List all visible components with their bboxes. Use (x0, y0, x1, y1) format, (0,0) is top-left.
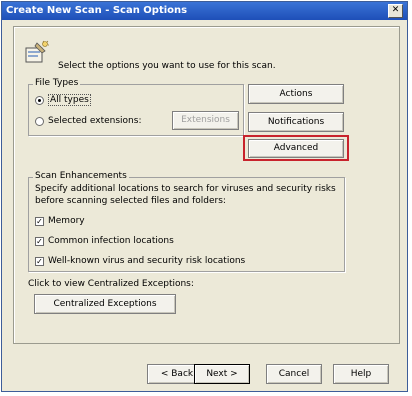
close-icon: ✕ (391, 5, 400, 15)
all-types-radio-row[interactable]: All types (35, 94, 91, 106)
scan-enhancements-title: Scan Enhancements (33, 171, 129, 182)
close-button[interactable]: ✕ (388, 4, 403, 18)
exceptions-prompt: Click to view Centralized Exceptions: (28, 279, 194, 289)
scan-enhancements-description-1: Specify additional locations to search f… (35, 184, 336, 194)
help-button[interactable]: Help (333, 364, 389, 384)
selected-extensions-radio[interactable] (35, 116, 44, 126)
all-types-label: All types (48, 94, 91, 106)
well-known-locations-checkbox[interactable]: ✓ (35, 256, 44, 266)
memory-label: Memory (48, 216, 85, 226)
common-infection-label: Common infection locations (48, 236, 174, 246)
memory-option[interactable]: ✓ Memory (35, 216, 85, 226)
window-title: Create New Scan - Scan Options (6, 5, 188, 16)
extensions-button[interactable]: Extensions (172, 111, 239, 130)
cancel-button[interactable]: Cancel (266, 364, 322, 384)
common-infection-checkbox[interactable]: ✓ (35, 236, 44, 246)
all-types-radio[interactable] (35, 95, 44, 105)
instruction-text: Select the options you want to use for t… (58, 61, 276, 71)
scan-enhancements-description-2: before scanning selected files and folde… (35, 196, 226, 206)
next-button[interactable]: Next > (194, 364, 250, 384)
scan-wizard-icon (25, 40, 49, 63)
title-bar: Create New Scan - Scan Options ✕ (2, 2, 407, 20)
file-types-title: File Types (33, 78, 81, 89)
selected-extensions-radio-row[interactable]: Selected extensions: (35, 116, 141, 126)
memory-checkbox[interactable]: ✓ (35, 216, 44, 226)
well-known-locations-label: Well-known virus and security risk locat… (48, 256, 246, 266)
actions-button[interactable]: Actions (248, 84, 344, 104)
centralized-exceptions-button[interactable]: Centralized Exceptions (34, 294, 176, 314)
well-known-locations-option[interactable]: ✓ Well-known virus and security risk loc… (35, 256, 245, 266)
common-infection-option[interactable]: ✓ Common infection locations (35, 236, 174, 246)
advanced-button[interactable]: Advanced (248, 139, 344, 158)
selected-extensions-label: Selected extensions: (48, 116, 142, 126)
notifications-button[interactable]: Notifications (248, 112, 344, 132)
scan-options-dialog: Create New Scan - Scan Options ✕ Select … (1, 1, 408, 392)
